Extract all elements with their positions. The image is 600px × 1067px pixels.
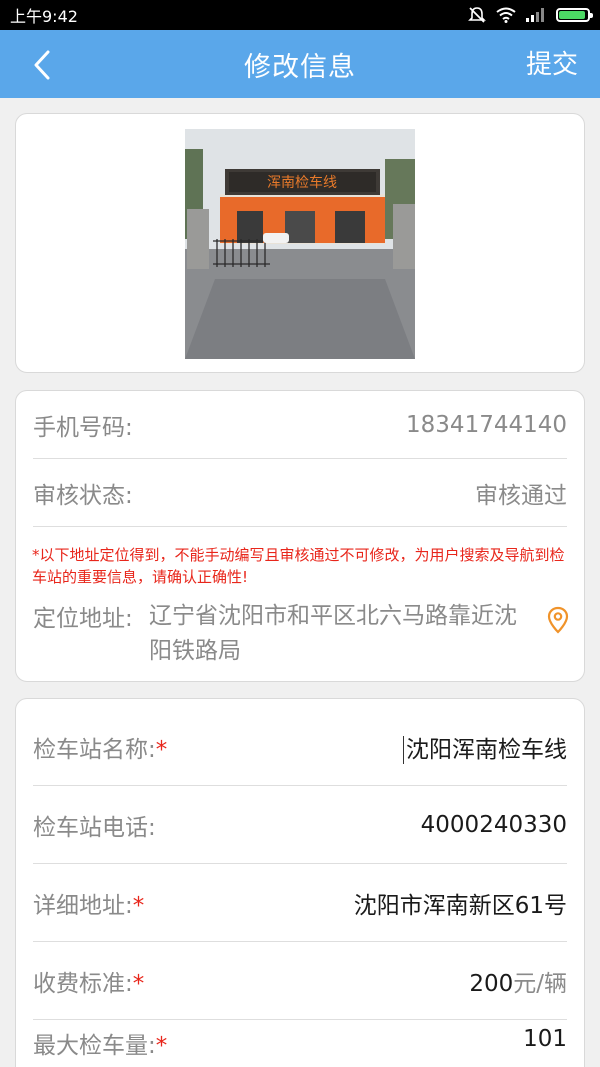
fee-row[interactable]: 收费标准:* 200元/辆 [33,942,567,1020]
station-name-input[interactable]: 沈阳浑南检车线 [403,730,567,765]
station-photo[interactable]: 浑南检车线 [185,129,415,359]
address-label: 详细地址: [33,893,133,919]
address-input[interactable]: 沈阳市浑南新区61号 [354,886,567,920]
signal-icon [526,8,544,22]
location-label: 定位地址: [33,606,133,632]
fee-input[interactable]: 200元/辆 [469,964,567,998]
battery-icon [556,8,593,22]
phone-label: 手机号码: [33,415,133,441]
station-phone-row[interactable]: 检车站电话: 4000240330 [33,786,567,864]
station-phone-input[interactable]: 4000240330 [421,812,567,838]
submit-button[interactable]: 提交 [526,44,578,81]
text-cursor [403,736,404,765]
station-name-value: 沈阳浑南检车线 [406,736,567,763]
app-bar: 修改信息 提交 [0,30,600,98]
photo-card: 浑南检车线 [15,113,585,373]
status-row: 审核状态: 审核通过 [33,459,567,527]
station-name-label: 检车站名称: [33,737,156,763]
phone-row: 手机号码: 18341744140 [33,391,567,459]
station-name-row[interactable]: 检车站名称:* 沈阳浑南检车线 [33,708,567,786]
map-pin-icon[interactable] [547,606,569,634]
wifi-icon [496,7,516,23]
capacity-label: 最大检车量: [33,1033,156,1059]
location-notice: *以下地址定位得到，不能手动编写且审核通过不可修改，为用户搜索及导航到检车站的重… [32,546,565,586]
page-title: 修改信息 [244,51,356,83]
required-mark: * [132,971,145,997]
edit-form-card: 检车站名称:* 沈阳浑南检车线 检车站电话: 4000240330 详细地址:*… [15,698,585,1067]
required-mark: * [155,1033,168,1059]
status-time: 上午9:42 [10,7,78,26]
status-icons [468,6,593,24]
required-mark: * [155,737,168,763]
phone-value: 18341744140 [406,412,567,438]
status-bar: 上午9:42 [0,0,600,30]
fee-label: 收费标准: [33,971,133,997]
fee-value: 200 [469,971,514,997]
status-label: 审核状态: [33,483,133,509]
address-row[interactable]: 详细地址:* 沈阳市浑南新区61号 [33,864,567,942]
capacity-input[interactable]: 101 [523,1026,567,1052]
required-mark: * [132,893,145,919]
back-button[interactable] [28,48,58,82]
location-value: 辽宁省沈阳市和平区北六马路靠近沈阳铁路局 [149,603,517,664]
photo-sign-text: 浑南检车线 [267,174,337,191]
status-value: 审核通过 [475,483,567,509]
station-phone-label: 检车站电话: [33,815,156,841]
info-card: 手机号码: 18341744140 审核状态: 审核通过 *以下地址定位得到，不… [15,390,585,682]
capacity-row[interactable]: 最大检车量:* 101 [33,1020,567,1067]
fee-unit: 元/辆 [513,971,567,997]
mute-icon [468,7,486,23]
